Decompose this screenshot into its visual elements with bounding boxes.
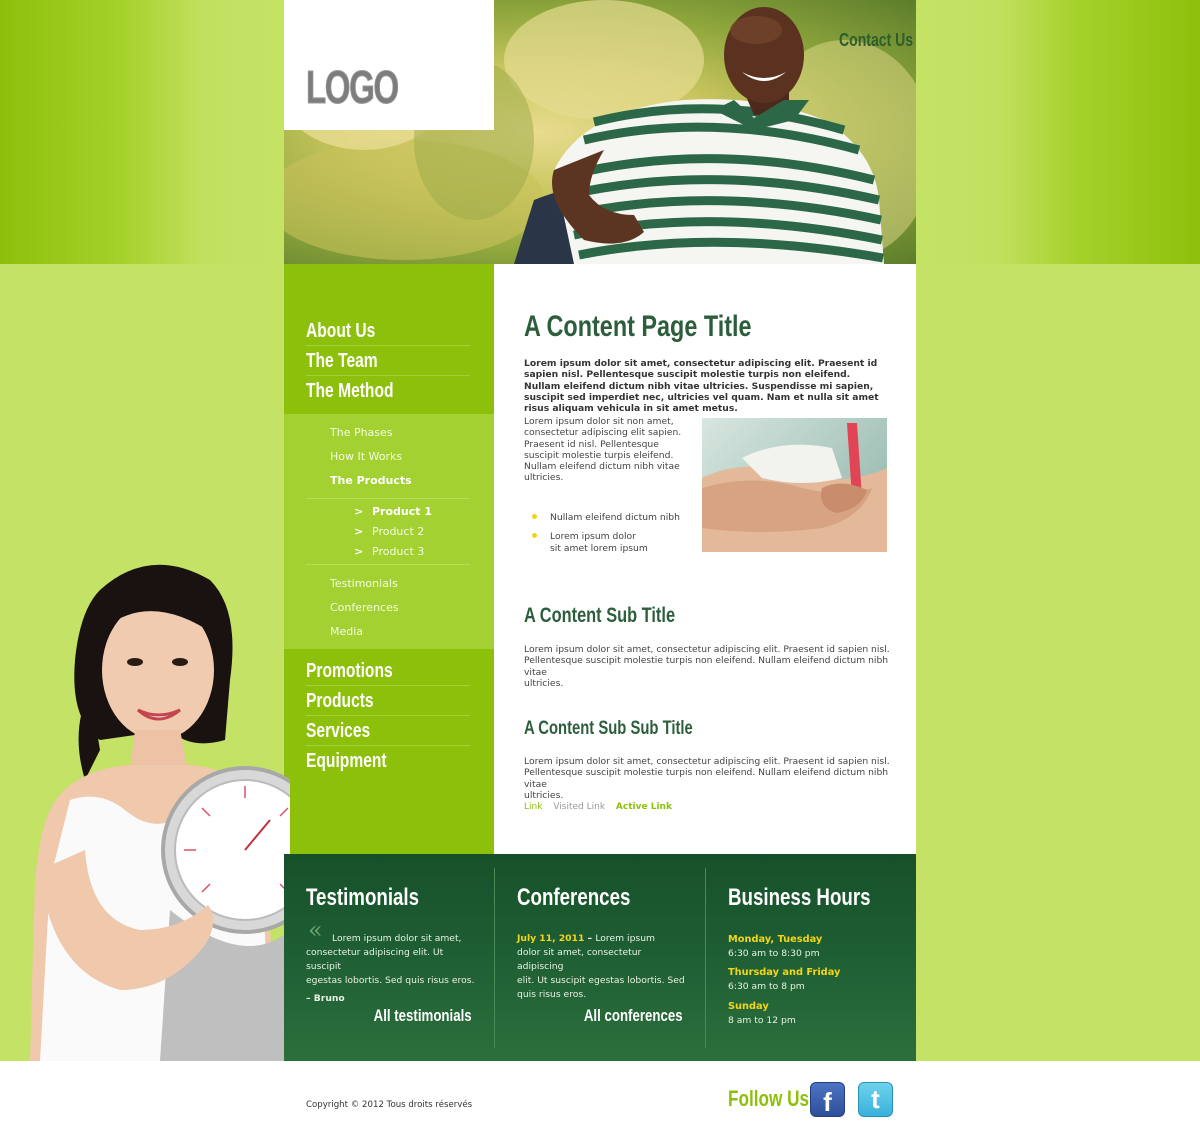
product-3-arrow: >	[354, 545, 364, 558]
testimonials-title: Testimonials	[306, 884, 420, 911]
sidebar-nav: About Us The Team The Method The Phases …	[284, 264, 494, 854]
info-bar: Testimonials « Lorem ipsum dolor sit ame…	[284, 854, 916, 1061]
conference-line: quis risus eros.	[517, 989, 587, 1000]
nav-main-top: About Us The Team The Method	[306, 316, 470, 406]
sub-paragraph: Lorem ipsum dolor sit amet, consectetur …	[524, 644, 894, 689]
link-styles-row: Link Visited Link Active Link	[524, 802, 680, 812]
testimonial-line: Lorem ipsum dolor sit amet,	[332, 933, 462, 944]
hours-day: Monday, Tuesday	[728, 934, 823, 945]
sample-visited-link[interactable]: Visited Link	[553, 802, 605, 812]
nav-item-about-us[interactable]: About Us	[306, 316, 470, 346]
side-line: ultricies.	[524, 472, 564, 484]
nav-item-promotions[interactable]: Promotions	[306, 656, 470, 686]
hours-time: 6:30 am to 8 pm	[728, 981, 805, 992]
subnav-divider	[306, 498, 470, 499]
nav-main-bottom: Promotions Products Services Equipment	[306, 656, 470, 776]
product-2-arrow: >	[354, 525, 364, 538]
hours-time: 8 am to 12 pm	[728, 1015, 796, 1026]
bullet-text: Nullam eleifend dictum nibh	[550, 512, 680, 523]
subsub-line: Pellentesque suscipit molestie turpis no…	[524, 767, 889, 790]
testimonial-line: consectetur adipiscing elit. Ut suscipit	[306, 947, 444, 972]
subsub-line: Lorem ipsum dolor sit amet, consectetur …	[524, 756, 890, 767]
hours-time: 6:30 am to 8:30 pm	[728, 948, 820, 959]
measuring-tape-photo	[702, 418, 887, 552]
page-footer-background	[0, 1061, 1200, 1134]
nav-item-equipment[interactable]: Equipment	[306, 746, 470, 776]
testimonial-text: Lorem ipsum dolor sit amet, consectetur …	[306, 932, 476, 1006]
bullet-icon	[532, 533, 537, 539]
subnav-item-how-it-works[interactable]: How It Works	[330, 450, 402, 463]
testimonials-column: Testimonials « Lorem ipsum dolor sit ame…	[284, 854, 494, 1061]
sub-line: ultricies.	[524, 677, 564, 689]
side-line: Nullam eleifend dictum nibh vitae	[524, 461, 680, 473]
side-line: suscipit molestie turpis eleifend.	[524, 449, 674, 461]
twitter-glyph: t	[871, 1084, 880, 1114]
all-conferences-link[interactable]: All conferences	[584, 1006, 683, 1026]
page-title: A Content Page Title	[524, 310, 752, 343]
product-item-3[interactable]: Product 3	[372, 545, 424, 558]
business-hours-column: Business Hours Monday, Tuesday 6:30 am t…	[706, 854, 916, 1061]
conference-first-line: July 11, 2011 – Lorem ipsum	[517, 932, 687, 946]
follow-us-label: Follow Us!	[728, 1086, 815, 1111]
product-item-2[interactable]: Product 2	[372, 525, 424, 538]
conference-line: elit. Ut suscipit egestas lobortis. Sed	[517, 975, 685, 986]
contact-us-link[interactable]: Contact Us	[839, 30, 913, 51]
sample-active-link[interactable]: Active Link	[616, 802, 672, 812]
bullet-text: Lorem ipsum dolor	[550, 531, 636, 543]
logo[interactable]: LOGO	[306, 60, 400, 114]
all-testimonials-link[interactable]: All testimonials	[374, 1006, 472, 1026]
sub-line: Pellentesque suscipit molestie turpis no…	[524, 655, 889, 678]
intro-paragraph: Lorem ipsum dolor sit amet, consectetur …	[524, 358, 879, 415]
woman-with-scale-photo	[30, 564, 290, 1061]
legs-illustration	[702, 423, 887, 552]
conference-dash: –	[584, 933, 596, 944]
content-subsubtitle: A Content Sub Sub Title	[524, 718, 693, 739]
nav-item-the-team[interactable]: The Team	[306, 346, 470, 376]
sample-link[interactable]: Link	[524, 802, 542, 812]
subnav-divider	[306, 564, 470, 565]
subnav-item-the-phases[interactable]: The Phases	[330, 426, 393, 439]
facebook-glyph: f	[823, 1087, 832, 1117]
business-hours-title: Business Hours	[728, 884, 871, 911]
subsub-paragraph: Lorem ipsum dolor sit amet, consectetur …	[524, 756, 894, 801]
side-line: consectetur adipiscing elit sapien.	[524, 427, 682, 439]
side-paragraph: Lorem ipsum dolor sit non amet, consecte…	[524, 416, 694, 484]
list-item: Lorem ipsum dolor sit amet lorem ipsum	[532, 531, 680, 554]
subnav-item-the-products[interactable]: The Products	[330, 474, 412, 487]
list-item: Nullam eleifend dictum nibh	[532, 512, 680, 523]
side-line: Lorem ipsum dolor sit non amet,	[524, 416, 674, 427]
facebook-icon[interactable]: f	[810, 1082, 845, 1117]
subnav-item-testimonials[interactable]: Testimonials	[330, 577, 398, 590]
twitter-icon[interactable]: t	[858, 1082, 893, 1117]
bullet-icon	[532, 514, 537, 519]
nav-item-products[interactable]: Products	[306, 686, 470, 716]
bullet-text: sit amet lorem ipsum	[550, 542, 648, 554]
sub-line: Lorem ipsum dolor sit amet, consectetur …	[524, 644, 890, 655]
logo-box: LOGO	[284, 0, 494, 130]
conference-date: July 11, 2011	[517, 933, 585, 944]
conference-line: dolor sit amet, consectetur adipiscing	[517, 947, 642, 972]
testimonial-author: – Bruno	[306, 993, 345, 1004]
subnav-item-conferences[interactable]: Conferences	[330, 601, 399, 614]
product-1-arrow: >	[354, 505, 364, 518]
conferences-column: Conferences July 11, 2011 – Lorem ipsum …	[495, 854, 705, 1061]
content-subtitle: A Content Sub Title	[524, 604, 676, 627]
product-item-1[interactable]: Product 1	[372, 505, 432, 518]
conference-line: Lorem ipsum	[595, 933, 655, 944]
testimonial-line: egestas lobortis. Sed quis risus eros.	[306, 975, 475, 986]
main-content: A Content Page Title Lorem ipsum dolor s…	[494, 264, 916, 854]
hours-day: Thursday and Friday	[728, 967, 841, 978]
nav-item-the-method[interactable]: The Method	[306, 376, 470, 406]
nav-item-services[interactable]: Services	[306, 716, 470, 746]
copyright-text: Copyright © 2012 Tous droits réservés	[306, 1100, 473, 1110]
subsub-line: ultricies.	[524, 789, 564, 801]
conference-text: July 11, 2011 – Lorem ipsum dolor sit am…	[517, 932, 687, 1002]
conferences-title: Conferences	[517, 884, 631, 911]
subnav-panel: The Phases How It Works The Products > P…	[284, 414, 494, 649]
subnav-item-media[interactable]: Media	[330, 625, 363, 638]
bullet-list: Nullam eleifend dictum nibh Lorem ipsum …	[532, 512, 680, 562]
side-line: Praesent id nisl. Pellentesque	[524, 438, 659, 450]
hours-day: Sunday	[728, 1001, 769, 1012]
